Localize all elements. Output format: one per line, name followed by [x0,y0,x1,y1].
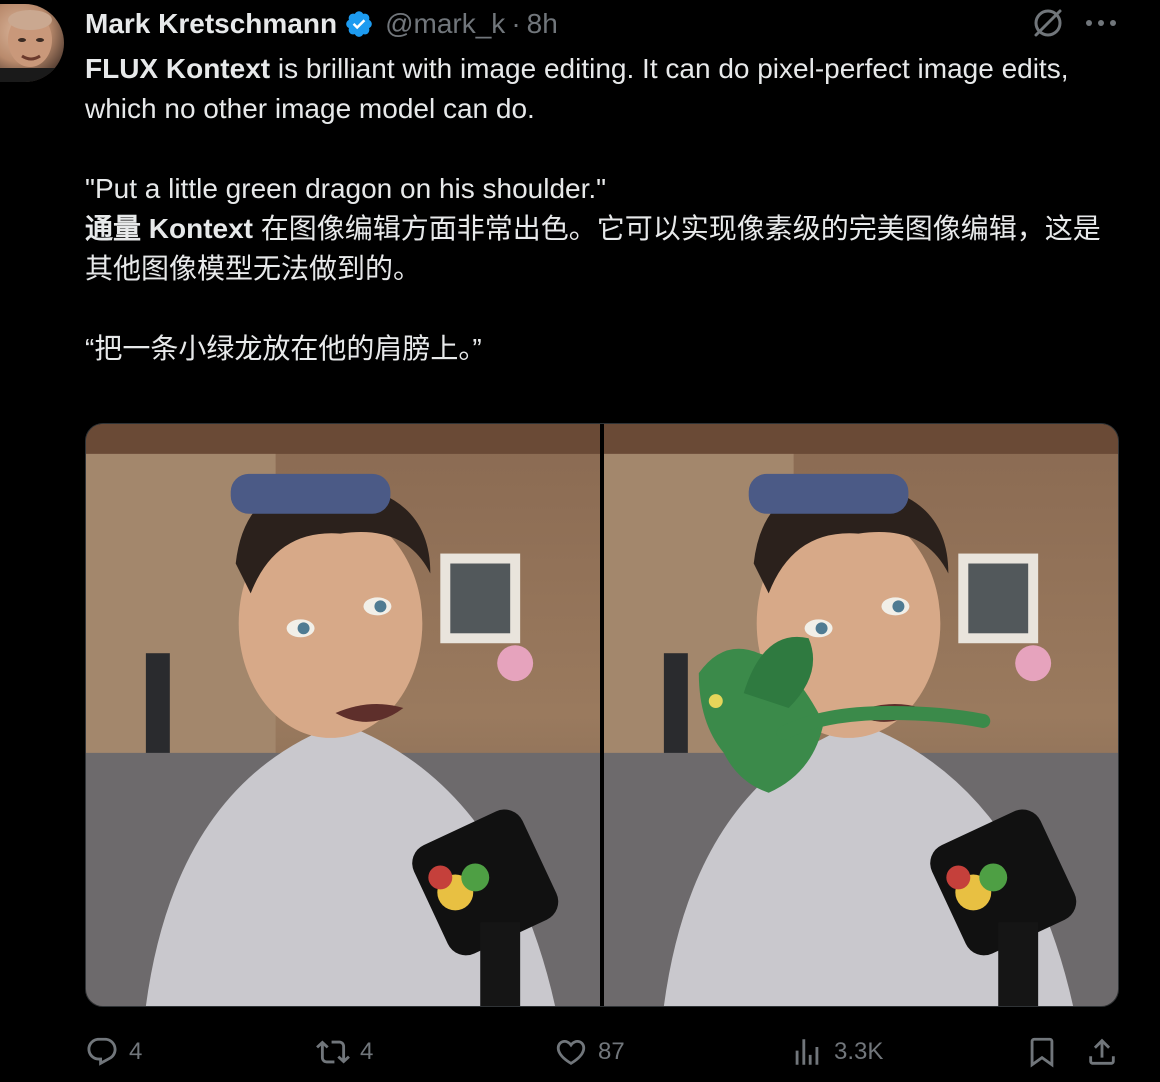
retweet-count: 4 [360,1038,374,1065]
grok-icon[interactable] [1030,5,1066,41]
author-handle[interactable]: @mark_k [385,8,505,40]
reply-button[interactable]: 4 [85,1030,142,1074]
reply-count: 4 [129,1038,143,1065]
more-options-icon[interactable] [1084,12,1118,34]
photo-edited[interactable] [604,424,1118,1006]
bold-text-en: FLUX Kontext [85,53,271,84]
share-icon [1089,1038,1115,1065]
like-count: 87 [598,1038,625,1065]
retweet-button[interactable]: 4 [316,1030,373,1074]
photo-original[interactable] [86,424,600,1006]
tweet-paragraph-en: FLUX Kontext is brilliant with image edi… [85,49,1125,129]
timestamp[interactable]: 8h [527,8,558,40]
tweet-quote-zh: “把一条小绿龙放在他的肩膀上。” [85,333,482,364]
separator: · [511,8,521,39]
media-grid [85,423,1119,1007]
views-icon [795,1039,819,1065]
like-button[interactable]: 87 [554,1030,625,1074]
share-button[interactable] [1085,1030,1119,1074]
tweet-paragraph-zh: 通量 Kontext 在图像编辑方面非常出色。它可以实现像素级的完美图像编辑，这… [85,209,1125,289]
views-count: 3.3K [834,1038,884,1065]
reply-icon [87,1037,117,1066]
retweet-icon [316,1040,350,1064]
tweet-text: FLUX Kontext is brilliant with image edi… [85,49,1125,369]
views-button[interactable]: 3.3K [790,1030,883,1074]
bookmark-button[interactable] [1025,1030,1059,1074]
tweet-header: Mark Kretschmann @mark_k · 8h [85,6,558,42]
action-bar: 4 4 87 3.3K [85,1030,1120,1074]
bold-text-zh: 通量 Kontext [85,213,254,244]
bookmark-icon [1030,1037,1054,1068]
tweet-quote-en: "Put a little green dragon on his should… [85,173,607,204]
like-icon [556,1039,586,1065]
avatar[interactable] [0,4,64,82]
author-name[interactable]: Mark Kretschmann [85,8,337,40]
tweet[interactable]: Mark Kretschmann @mark_k · 8h FLUX Konte… [0,0,1160,1082]
verified-badge-icon [344,9,374,39]
